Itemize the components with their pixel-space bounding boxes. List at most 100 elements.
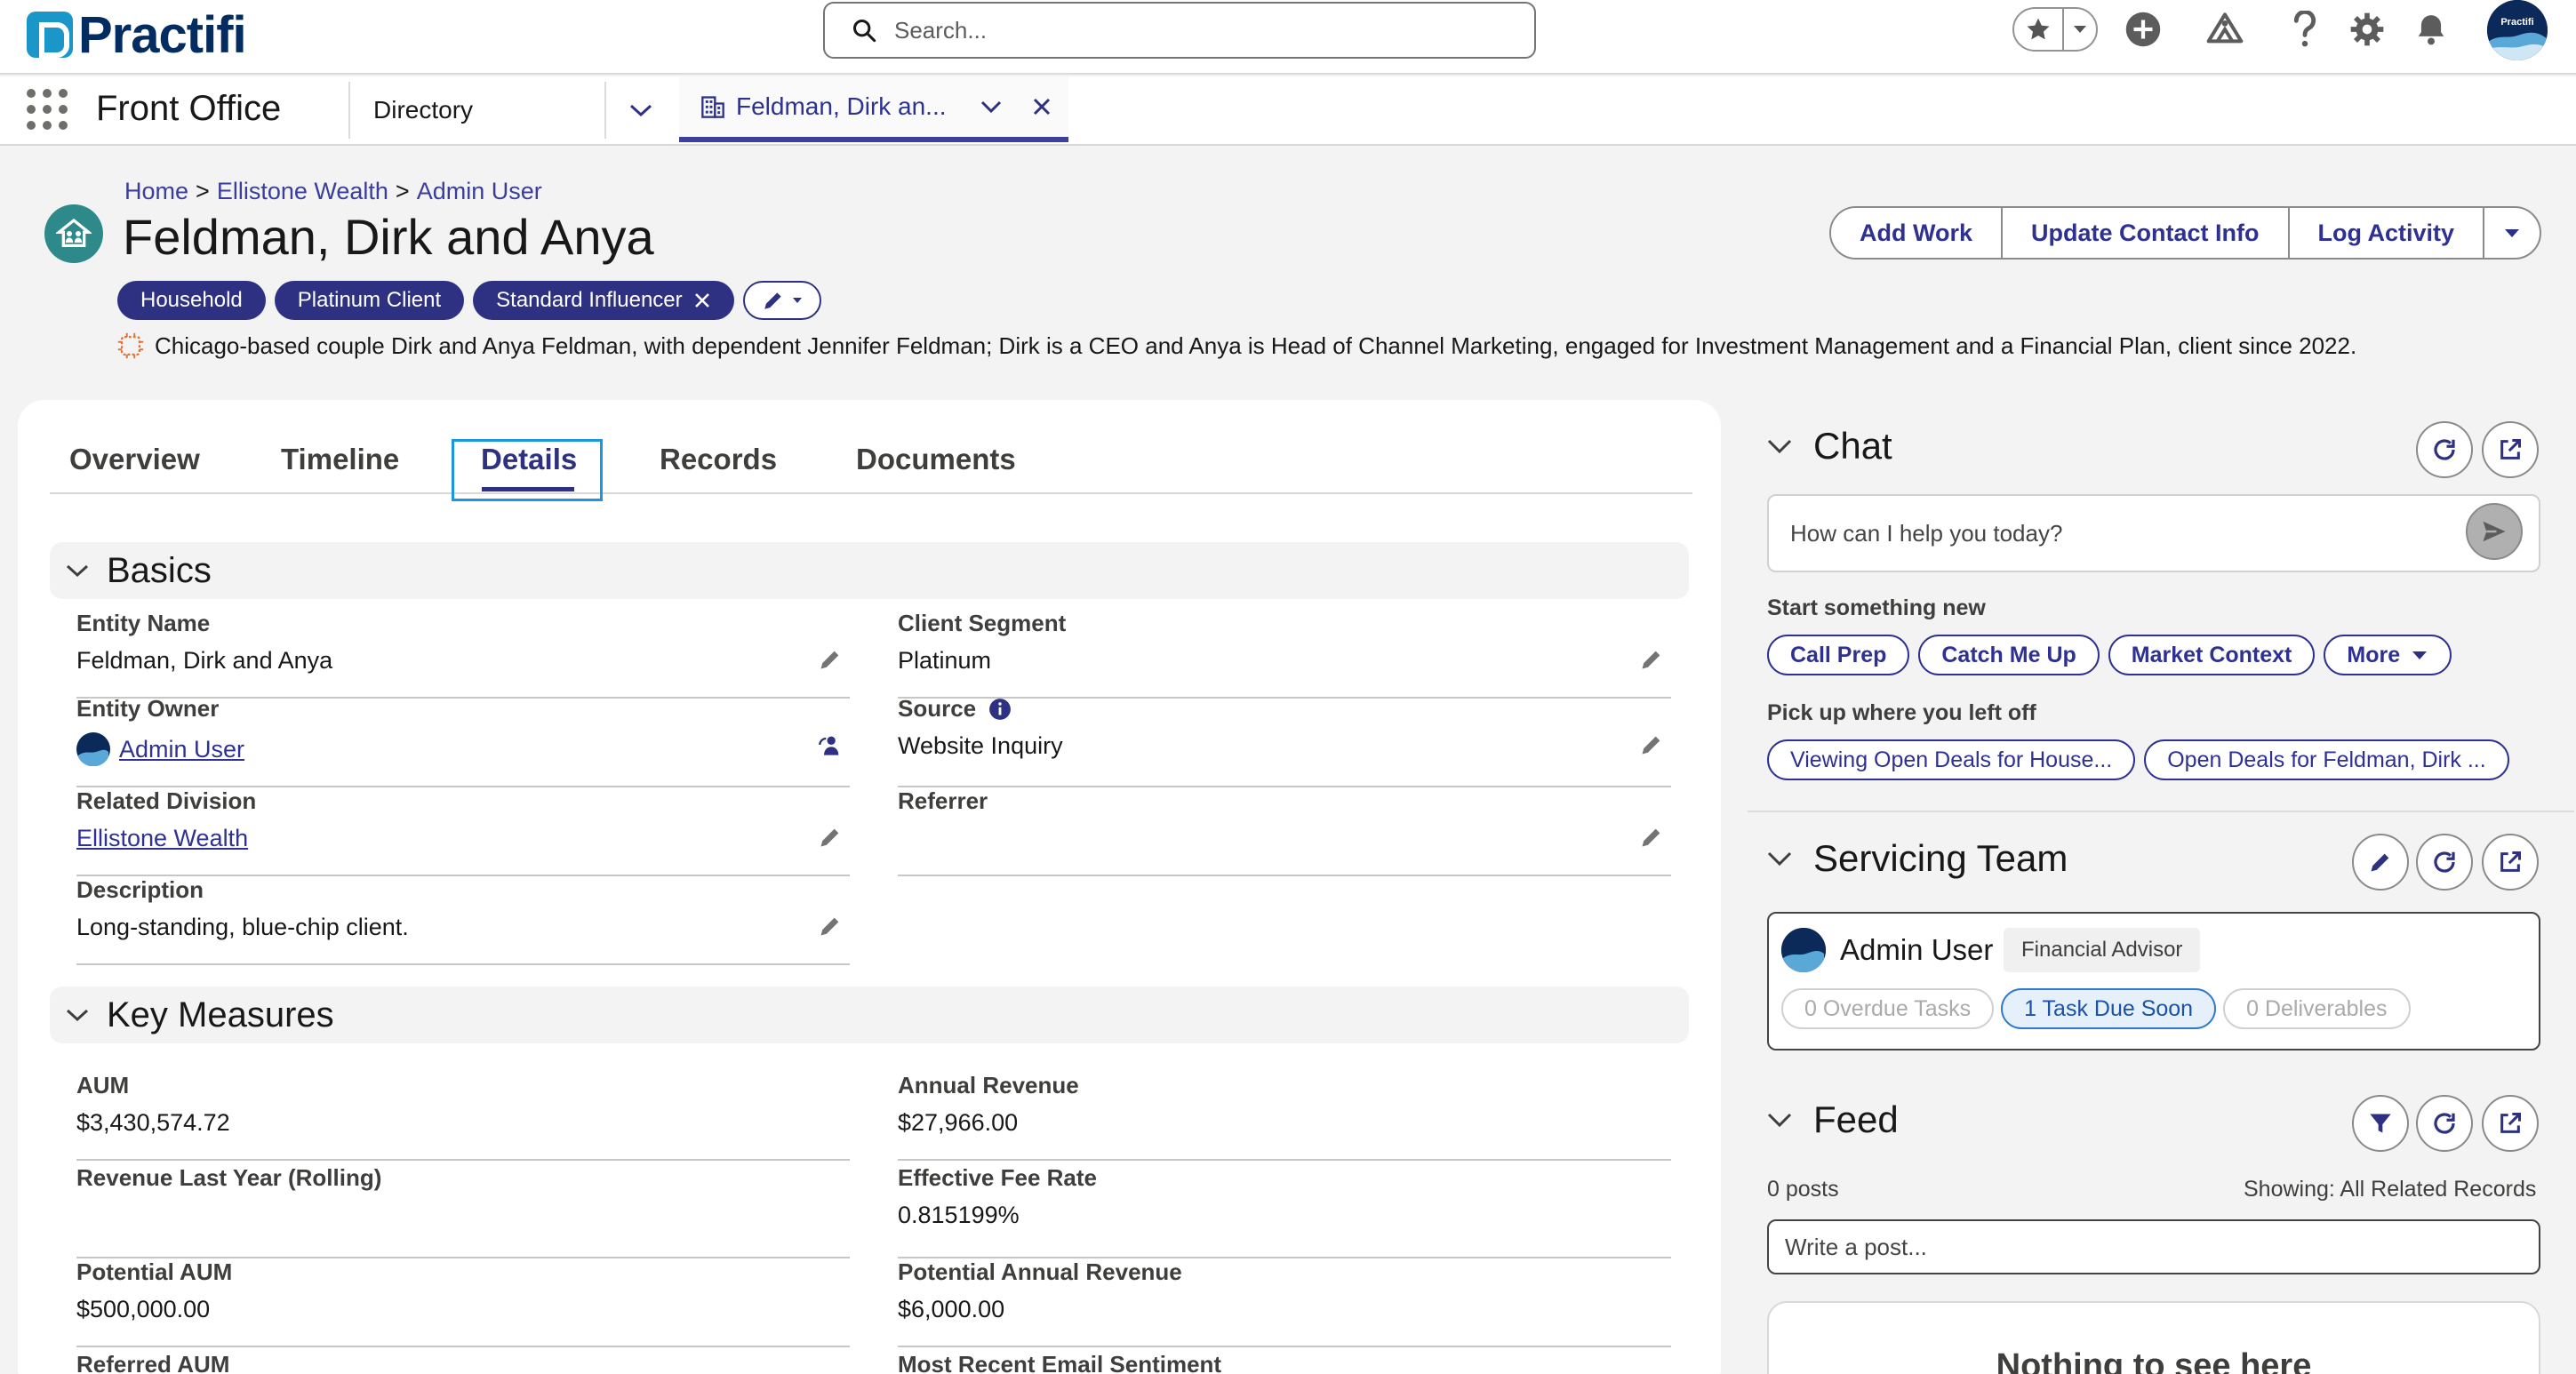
pencil-icon[interactable] [818, 825, 843, 850]
change-owner-icon[interactable] [818, 732, 843, 757]
overdue-tasks-chip[interactable]: 0 Overdue Tasks [1781, 988, 1995, 1029]
close-icon[interactable] [1032, 97, 1052, 116]
tab-documents[interactable]: Documents [856, 443, 1016, 476]
chat-popout-button[interactable] [2482, 421, 2539, 478]
popout-icon [2500, 1112, 2522, 1133]
user-avatar[interactable]: Practifi [2487, 0, 2548, 60]
practifi-logo[interactable]: Practifi [27, 5, 247, 64]
favorites-button[interactable] [2014, 9, 2064, 50]
directory-menu-button[interactable] [622, 94, 660, 126]
launcher-dot [27, 89, 36, 98]
field-label: AUM [76, 1072, 130, 1098]
entity-owner-link[interactable]: Admin User [119, 736, 244, 763]
field-label: Annual Revenue [898, 1072, 1079, 1098]
team-edit-button[interactable] [2352, 834, 2409, 891]
trailhead-button[interactable] [2204, 9, 2245, 50]
workspace-tab-feldman[interactable]: Feldman, Dirk an... [679, 76, 1068, 142]
feed-refresh-button[interactable] [2416, 1095, 2473, 1152]
field-value: Long-standing, blue-chip client. [76, 914, 409, 940]
related-division-link[interactable]: Ellistone Wealth [76, 825, 248, 852]
tab-focus-ring [452, 439, 603, 501]
resume-item[interactable]: Open Deals for Feldman, Dirk ... [2144, 739, 2509, 780]
chevron-down-icon[interactable] [980, 100, 1002, 114]
chat-send-button[interactable] [2466, 503, 2523, 560]
tag-household[interactable]: Household [117, 281, 266, 320]
tasks-due-soon-chip[interactable]: 1 Task Due Soon [2001, 988, 2217, 1029]
section-divider [1748, 811, 2574, 812]
pencil-icon[interactable] [818, 914, 843, 939]
team-popout-button[interactable] [2482, 834, 2539, 891]
chat-header[interactable]: Chat [1767, 425, 1892, 467]
app-launcher-button[interactable] [27, 89, 68, 130]
section-basics[interactable]: Basics [50, 542, 1689, 599]
chat-input[interactable] [1790, 519, 2448, 547]
tab-records[interactable]: Records [660, 443, 777, 476]
chat-input-box[interactable] [1767, 494, 2540, 572]
favorites-menu-button[interactable] [2064, 24, 2096, 35]
field-label: Effective Fee Rate [898, 1164, 1097, 1191]
chat-refresh-button[interactable] [2416, 421, 2473, 478]
more-actions-button[interactable] [2484, 208, 2540, 258]
tab-timeline[interactable]: Timeline [281, 443, 399, 476]
resume-item[interactable]: Viewing Open Deals for House... [1767, 739, 2136, 780]
feed-header[interactable]: Feed [1767, 1098, 1899, 1141]
field-label: Potential Annual Revenue [898, 1258, 1182, 1285]
servicing-team-header[interactable]: Servicing Team [1767, 837, 2068, 880]
field-label: Potential AUM [76, 1258, 233, 1285]
add-work-button[interactable]: Add Work [1831, 208, 2003, 258]
launcher-dot [27, 105, 36, 114]
field-entity-owner: Entity Owner Admin User [76, 695, 850, 787]
call-prep-button[interactable]: Call Prep [1767, 635, 1910, 675]
send-icon [2483, 521, 2506, 542]
team-refresh-button[interactable] [2416, 834, 2473, 891]
field-potential-aum: Potential AUM $500,000.00 [76, 1258, 850, 1347]
field-value: Feldman, Dirk and Anya [76, 647, 333, 674]
tag-platinum-client[interactable]: Platinum Client [274, 281, 465, 320]
active-tab-indicator [482, 487, 574, 491]
log-activity-button[interactable]: Log Activity [2289, 208, 2485, 258]
chevron-down-icon [1767, 851, 1792, 867]
global-search[interactable] [823, 2, 1536, 59]
setup-button[interactable] [2347, 9, 2388, 50]
summary-text: Chicago-based couple Dirk and Anya Feldm… [155, 332, 2357, 359]
feed-popout-button[interactable] [2482, 1095, 2539, 1152]
feed-post-input[interactable] [1785, 1233, 2514, 1261]
field-value: Admin User [76, 732, 244, 766]
nav-item-directory[interactable]: Directory [373, 96, 473, 124]
feed-filter-button[interactable] [2352, 1095, 2409, 1152]
pencil-icon[interactable] [1639, 825, 1664, 850]
breadcrumb-owner[interactable]: Admin User [417, 178, 542, 205]
field-label: Most Recent Email Sentiment [898, 1351, 1222, 1374]
chevron-down-icon [66, 1009, 89, 1022]
nav-divider [604, 82, 606, 139]
breadcrumb-home[interactable]: Home [124, 178, 188, 205]
breadcrumb: Home > Ellistone Wealth > Admin User [124, 178, 542, 205]
field-value: $3,430,574.72 [76, 1109, 230, 1136]
search-input[interactable] [894, 16, 1463, 44]
tag-standard-influencer[interactable]: Standard Influencer [473, 281, 734, 320]
team-member-name[interactable]: Admin User [1840, 933, 1993, 967]
edit-tags-button[interactable] [742, 281, 821, 320]
workspace-tab-label: Feldman, Dirk an... [736, 92, 947, 120]
feed-showing-filter: Showing: All Related Records [2244, 1177, 2537, 1202]
more-prompts-button[interactable]: More [2324, 635, 2452, 675]
catch-me-up-button[interactable]: Catch Me Up [1918, 635, 2100, 675]
update-contact-info-button[interactable]: Update Contact Info [2003, 208, 2290, 258]
section-key-measures[interactable]: Key Measures [50, 987, 1689, 1043]
market-context-button[interactable]: Market Context [2108, 635, 2316, 675]
help-button[interactable] [2284, 9, 2325, 50]
global-actions-button[interactable] [2123, 9, 2164, 50]
pencil-icon[interactable] [818, 647, 843, 672]
pencil-icon[interactable] [1639, 647, 1664, 672]
breadcrumb-division[interactable]: Ellistone Wealth [217, 178, 388, 205]
notifications-button[interactable] [2411, 9, 2452, 50]
more-label: More [2347, 642, 2401, 667]
pencil-icon[interactable] [1639, 732, 1664, 757]
empty-state-text: Nothing to see here [1996, 1347, 2312, 1374]
tab-overview[interactable]: Overview [69, 443, 200, 476]
feed-post-box[interactable] [1767, 1219, 2540, 1274]
deliverables-chip[interactable]: 0 Deliverables [2223, 988, 2411, 1029]
info-icon[interactable] [988, 698, 1012, 721]
avatar-image-icon: Practifi [2487, 0, 2548, 60]
close-icon[interactable] [693, 292, 711, 309]
